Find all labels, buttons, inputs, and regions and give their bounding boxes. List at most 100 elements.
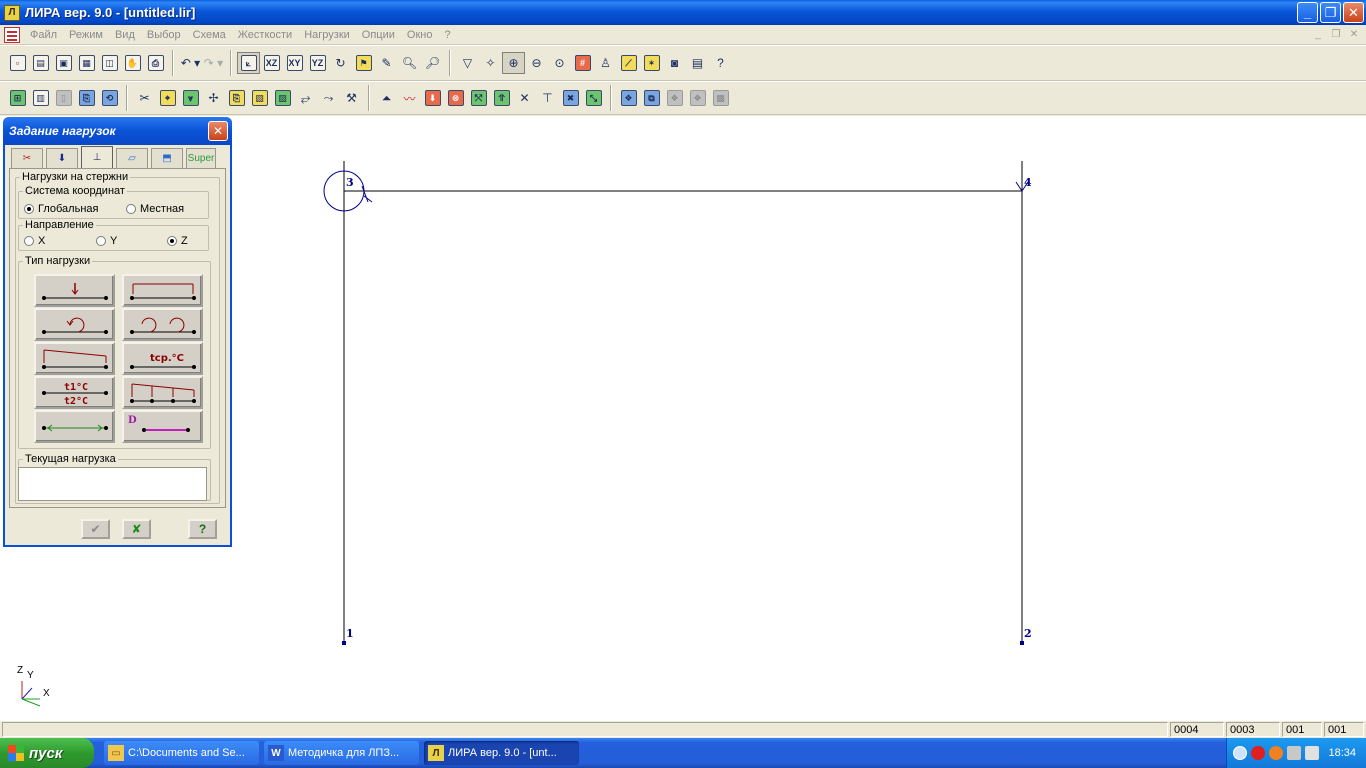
menu-options[interactable]: Опции bbox=[356, 29, 401, 41]
radio-x[interactable]: X bbox=[24, 235, 45, 247]
radio-z-dot[interactable] bbox=[167, 236, 177, 246]
tray-antivirus-icon[interactable] bbox=[1269, 746, 1283, 760]
loads-icon[interactable]: 〰 bbox=[398, 87, 421, 109]
restore-button[interactable]: ❐ bbox=[1320, 2, 1341, 23]
help-button[interactable]: ? bbox=[188, 519, 217, 539]
menu-stiffness[interactable]: Жесткости bbox=[232, 29, 298, 41]
tray-back-icon[interactable] bbox=[1233, 746, 1247, 760]
rotate-icon[interactable]: ↻ bbox=[329, 52, 352, 74]
open-file-icon[interactable]: ▤ bbox=[29, 52, 52, 74]
task-lira[interactable]: Л ЛИРА вер. 9.0 - [unt... bbox=[424, 741, 579, 765]
grid-generate-icon[interactable]: ▥ bbox=[29, 87, 52, 109]
dynamic-load-button[interactable]: D bbox=[122, 410, 203, 443]
supports-icon[interactable]: ⏶ bbox=[375, 87, 398, 109]
node-add-icon[interactable]: ⌖ bbox=[156, 87, 179, 109]
multi-trapezoid-button[interactable] bbox=[122, 376, 203, 409]
mdi-minimize-icon[interactable]: _ bbox=[1310, 27, 1326, 41]
apply-button[interactable]: ✔ bbox=[81, 519, 110, 539]
tab-body-load-icon[interactable]: ⬒ bbox=[151, 148, 183, 168]
star-icon[interactable]: ✶ bbox=[640, 52, 663, 74]
element-icon[interactable]: ⩔ bbox=[179, 87, 202, 109]
close-button[interactable]: ✕ bbox=[1343, 2, 1364, 23]
node-2-marker[interactable] bbox=[1020, 641, 1024, 645]
x-mark-icon[interactable]: ✖ bbox=[559, 87, 582, 109]
menu-mode[interactable]: Режим bbox=[63, 29, 109, 41]
hinges-icon[interactable]: ⥂ bbox=[294, 87, 317, 109]
tray-network-icon[interactable] bbox=[1287, 746, 1301, 760]
camera-icon[interactable]: ◙ bbox=[663, 52, 686, 74]
xz-projection-icon[interactable]: ⟀ bbox=[237, 52, 260, 74]
group-icon[interactable]: ❖ bbox=[617, 87, 640, 109]
fragment-icon[interactable]: ✧ bbox=[479, 52, 502, 74]
pack-icon[interactable]: ✢ bbox=[202, 87, 225, 109]
radio-global-dot[interactable] bbox=[24, 204, 34, 214]
tab-super[interactable]: Super bbox=[186, 148, 216, 168]
zoom-all-icon[interactable]: ⊖ bbox=[525, 52, 548, 74]
node-1-marker[interactable] bbox=[342, 641, 346, 645]
zoom-out-icon[interactable]: 🔎︎ bbox=[421, 52, 444, 74]
layers-icon[interactable]: ⧉ bbox=[640, 87, 663, 109]
xz-plane-icon[interactable]: XZ bbox=[260, 52, 283, 74]
tab-node-load-icon[interactable]: ⬇ bbox=[46, 148, 78, 168]
target-icon[interactable]: ⊗ bbox=[444, 87, 467, 109]
menu-select[interactable]: Выбор bbox=[141, 29, 187, 41]
tab-bar-load-icon[interactable]: ⊥ bbox=[81, 146, 113, 168]
dialog-close-button[interactable]: ✕ bbox=[208, 121, 228, 141]
concentrated-moment-button[interactable] bbox=[34, 308, 115, 341]
zoom-window-icon[interactable]: ⊕ bbox=[502, 52, 525, 74]
task-explorer[interactable]: ▭ C:\Documents and Se... bbox=[104, 741, 259, 765]
temperature-gradient-button[interactable]: t1°C t2°C bbox=[34, 376, 115, 409]
start-button[interactable]: пуск bbox=[0, 738, 94, 768]
menu-view[interactable]: Вид bbox=[109, 29, 141, 41]
menu-help[interactable]: ? bbox=[438, 29, 456, 41]
tab-scissors-icon[interactable]: ✂ bbox=[11, 148, 43, 168]
help-pointer-icon[interactable]: ? bbox=[709, 52, 732, 74]
pencil-icon[interactable]: ✎ bbox=[375, 52, 398, 74]
current-load-field[interactable] bbox=[18, 467, 207, 501]
dyn-icon[interactable]: ⥣ bbox=[490, 87, 513, 109]
move-scheme-icon[interactable]: ⟲ bbox=[98, 87, 121, 109]
radio-z[interactable]: Z bbox=[167, 235, 188, 247]
tab-plate-load-icon[interactable]: ▱ bbox=[116, 148, 148, 168]
rigid-insert-icon[interactable]: ⤳ bbox=[317, 87, 340, 109]
dialog-title-bar[interactable]: Задание нагрузок bbox=[3, 117, 232, 145]
radio-local-dot[interactable] bbox=[126, 204, 136, 214]
print-icon[interactable]: ⎙ bbox=[144, 52, 167, 74]
arrow-mark-icon[interactable]: ⤡ bbox=[582, 87, 605, 109]
xy-plane-icon[interactable]: XY bbox=[283, 52, 306, 74]
prestress-button[interactable] bbox=[34, 410, 115, 443]
undo-icon[interactable]: ↶ ▾ bbox=[179, 52, 202, 74]
radio-x-dot[interactable] bbox=[24, 236, 34, 246]
hand-icon[interactable]: ✋ bbox=[121, 52, 144, 74]
results-icon[interactable]: ◫ bbox=[98, 52, 121, 74]
task-word[interactable]: W Методичка для ЛПЗ... bbox=[264, 741, 419, 765]
grid-icon[interactable]: # bbox=[571, 52, 594, 74]
menu-window[interactable]: Окно bbox=[401, 29, 439, 41]
yz-plane-icon[interactable]: YZ bbox=[306, 52, 329, 74]
materials-icon[interactable]: ▨ bbox=[271, 87, 294, 109]
radio-global[interactable]: Глобальная bbox=[24, 203, 98, 215]
uniform-distributed-button[interactable] bbox=[122, 274, 203, 307]
menu-file[interactable]: Файл bbox=[24, 29, 63, 41]
copy-scheme-icon[interactable]: ⎘ bbox=[75, 87, 98, 109]
copy-icon[interactable]: ⎘ bbox=[225, 87, 248, 109]
scheme-icon[interactable]: ⊞ bbox=[6, 87, 29, 109]
radio-y[interactable]: Y bbox=[96, 235, 117, 247]
bottle-icon[interactable]: ♙ bbox=[594, 52, 617, 74]
tee-icon[interactable]: ⊤ bbox=[536, 87, 559, 109]
calculator-icon[interactable]: ▦ bbox=[75, 52, 98, 74]
cancel-button[interactable]: ✘ bbox=[122, 519, 151, 539]
minimize-button[interactable]: _ bbox=[1297, 2, 1318, 23]
new-file-icon[interactable]: ▫ bbox=[6, 52, 29, 74]
radio-local[interactable]: Местная bbox=[126, 203, 184, 215]
concentrated-force-button[interactable] bbox=[34, 274, 115, 307]
stiffness-icon[interactable]: ▧ bbox=[248, 87, 271, 109]
wrench-icon[interactable]: ⚒ bbox=[340, 87, 363, 109]
node-loads-icon[interactable]: ⬇ bbox=[421, 87, 444, 109]
book-icon[interactable]: ▤ bbox=[686, 52, 709, 74]
menu-scheme[interactable]: Схема bbox=[187, 29, 232, 41]
delete-icon[interactable]: ✂ bbox=[133, 87, 156, 109]
tray-opera-icon[interactable] bbox=[1251, 746, 1265, 760]
avg-temperature-button[interactable]: tср.°C bbox=[122, 342, 203, 375]
flag-icon[interactable]: ⚑ bbox=[352, 52, 375, 74]
